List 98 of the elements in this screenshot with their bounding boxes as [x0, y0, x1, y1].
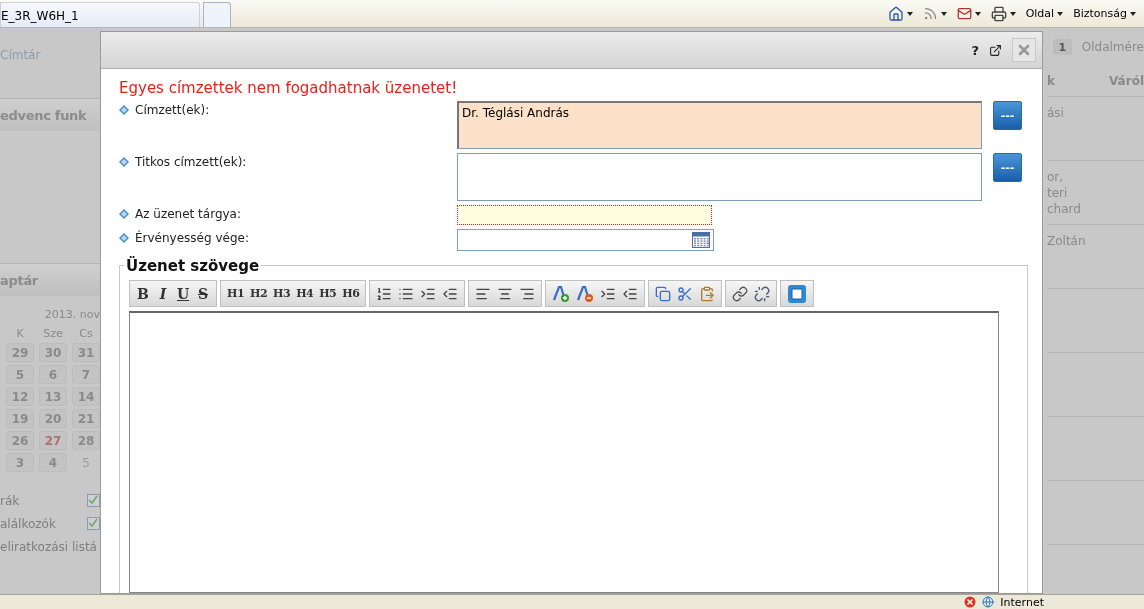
table-cell-text: Zoltán [1047, 233, 1087, 249]
close-icon [1016, 42, 1032, 58]
recipient-field[interactable] [457, 153, 982, 201]
mail-button[interactable] [956, 6, 981, 21]
format-button[interactable]: I [154, 285, 172, 302]
picker-button[interactable]: --- [993, 101, 1022, 130]
subject-field[interactable] [457, 205, 712, 225]
recipient-field[interactable]: Dr. Téglási András [457, 101, 982, 149]
table-cell-text: or, [1047, 169, 1065, 185]
printer-icon [990, 5, 1007, 22]
format-button[interactable]: S [194, 285, 212, 302]
heading-button[interactable]: H4 [294, 287, 316, 300]
caret-icon [906, 11, 913, 16]
calendar-day[interactable]: 3 [6, 453, 34, 472]
calendar-day[interactable]: 7 [72, 365, 100, 384]
home-button[interactable] [887, 5, 913, 22]
caret-icon [974, 11, 981, 16]
link-icon [732, 285, 749, 302]
page-number[interactable]: 1 [1053, 39, 1072, 55]
calendar-day[interactable]: 28 [72, 431, 100, 450]
field-label: Címzett(ek): [135, 103, 210, 117]
feed-icon [922, 6, 938, 21]
globe-icon [982, 596, 995, 608]
picker-button[interactable]: --- [993, 153, 1022, 182]
fieldset-legend: Üzenet szövege [124, 257, 262, 275]
mail-icon [956, 6, 972, 21]
zone-label: Internet [1000, 595, 1044, 609]
calendar-day[interactable]: 26 [6, 431, 34, 450]
caret-icon [940, 11, 947, 16]
popout-icon [989, 43, 1002, 57]
field-label: Érvényesség vége: [135, 231, 249, 245]
table-cell-text: ási [1047, 105, 1065, 121]
caret-icon [1130, 11, 1136, 16]
numbered-list-icon [376, 285, 393, 302]
section-header: edvenc funk [0, 98, 100, 131]
error-message: Egyes címzettek nem fogadhatnak üzenetet! [119, 79, 459, 97]
font-plus-icon [552, 284, 571, 303]
date-field[interactable] [457, 229, 714, 251]
unlink-icon [754, 285, 771, 302]
calendar-day[interactable]: 29 [6, 343, 34, 362]
heading-button[interactable]: H6 [340, 287, 362, 300]
filter-checkbox[interactable] [87, 494, 100, 507]
blocked-icon [964, 596, 977, 608]
popout-button[interactable] [989, 43, 1002, 57]
browser-tab[interactable]: E_3R_W6H_1 [0, 2, 200, 27]
filter-label: alálkozók [0, 516, 56, 531]
calendar-day[interactable]: 6 [39, 365, 67, 384]
column-header: k [1047, 74, 1055, 88]
calendar-day[interactable]: 19 [6, 409, 34, 428]
feeds-button[interactable] [922, 6, 947, 21]
heading-button[interactable]: H1 [225, 287, 247, 300]
format-button[interactable]: U [174, 285, 192, 302]
font-minus-icon [576, 284, 595, 303]
field-label: Az üzenet tárgya: [135, 207, 241, 221]
calendar-day[interactable]: 20 [39, 409, 67, 428]
square-icon [787, 283, 808, 304]
directory-link[interactable]: Címtár [0, 42, 100, 98]
bullet-icon [119, 209, 129, 219]
weekday-label: K [15, 327, 25, 340]
heading-button[interactable]: H5 [317, 287, 339, 300]
calendar-day[interactable]: 21 [72, 409, 100, 428]
menu-button[interactable]: Oldal [1025, 7, 1064, 20]
calendar-day[interactable]: 4 [39, 453, 67, 472]
heading-button[interactable]: H3 [271, 287, 293, 300]
help-button[interactable]: ? [971, 42, 979, 58]
caret-icon [1057, 11, 1064, 16]
calendar-month: 2013. nov [43, 307, 100, 321]
calendar-day[interactable]: 13 [39, 387, 67, 406]
bullet-icon [119, 105, 129, 115]
paste-icon [699, 285, 716, 302]
filter-label: eliratkozási listá [0, 539, 97, 554]
weekday-label: Cs [78, 327, 94, 340]
home-icon [887, 5, 904, 22]
bullet-icon [119, 157, 129, 167]
calendar-day[interactable]: 31 [72, 343, 100, 362]
calendar-day[interactable]: 30 [39, 343, 67, 362]
copy-icon [655, 285, 672, 302]
calendar-icon [692, 232, 710, 248]
filter-checkbox[interactable] [87, 517, 100, 530]
field-label: Titkos címzett(ek): [135, 155, 247, 169]
calendar-day[interactable]: 14 [72, 387, 100, 406]
weekday-label: Sze [42, 327, 64, 340]
calendar-day[interactable]: 5 [6, 365, 34, 384]
cut-icon [677, 285, 694, 302]
menu-button[interactable]: Biztonság [1073, 7, 1136, 20]
table-cell-text: teri [1047, 185, 1069, 201]
column-header: Váról [1109, 74, 1144, 88]
calendar-day[interactable]: 27 [39, 431, 67, 450]
heading-button[interactable]: H2 [248, 287, 270, 300]
calendar-day[interactable]: 12 [6, 387, 34, 406]
print-button[interactable] [990, 5, 1016, 22]
page-size-label: Oldalmére [1081, 40, 1144, 54]
section-header: aptár [0, 263, 100, 296]
caret-icon [1009, 11, 1016, 16]
table-cell-text: chard [1047, 201, 1082, 217]
bullet-icon [119, 233, 129, 243]
format-button[interactable]: B [134, 285, 152, 302]
filter-label: rák [0, 493, 20, 508]
